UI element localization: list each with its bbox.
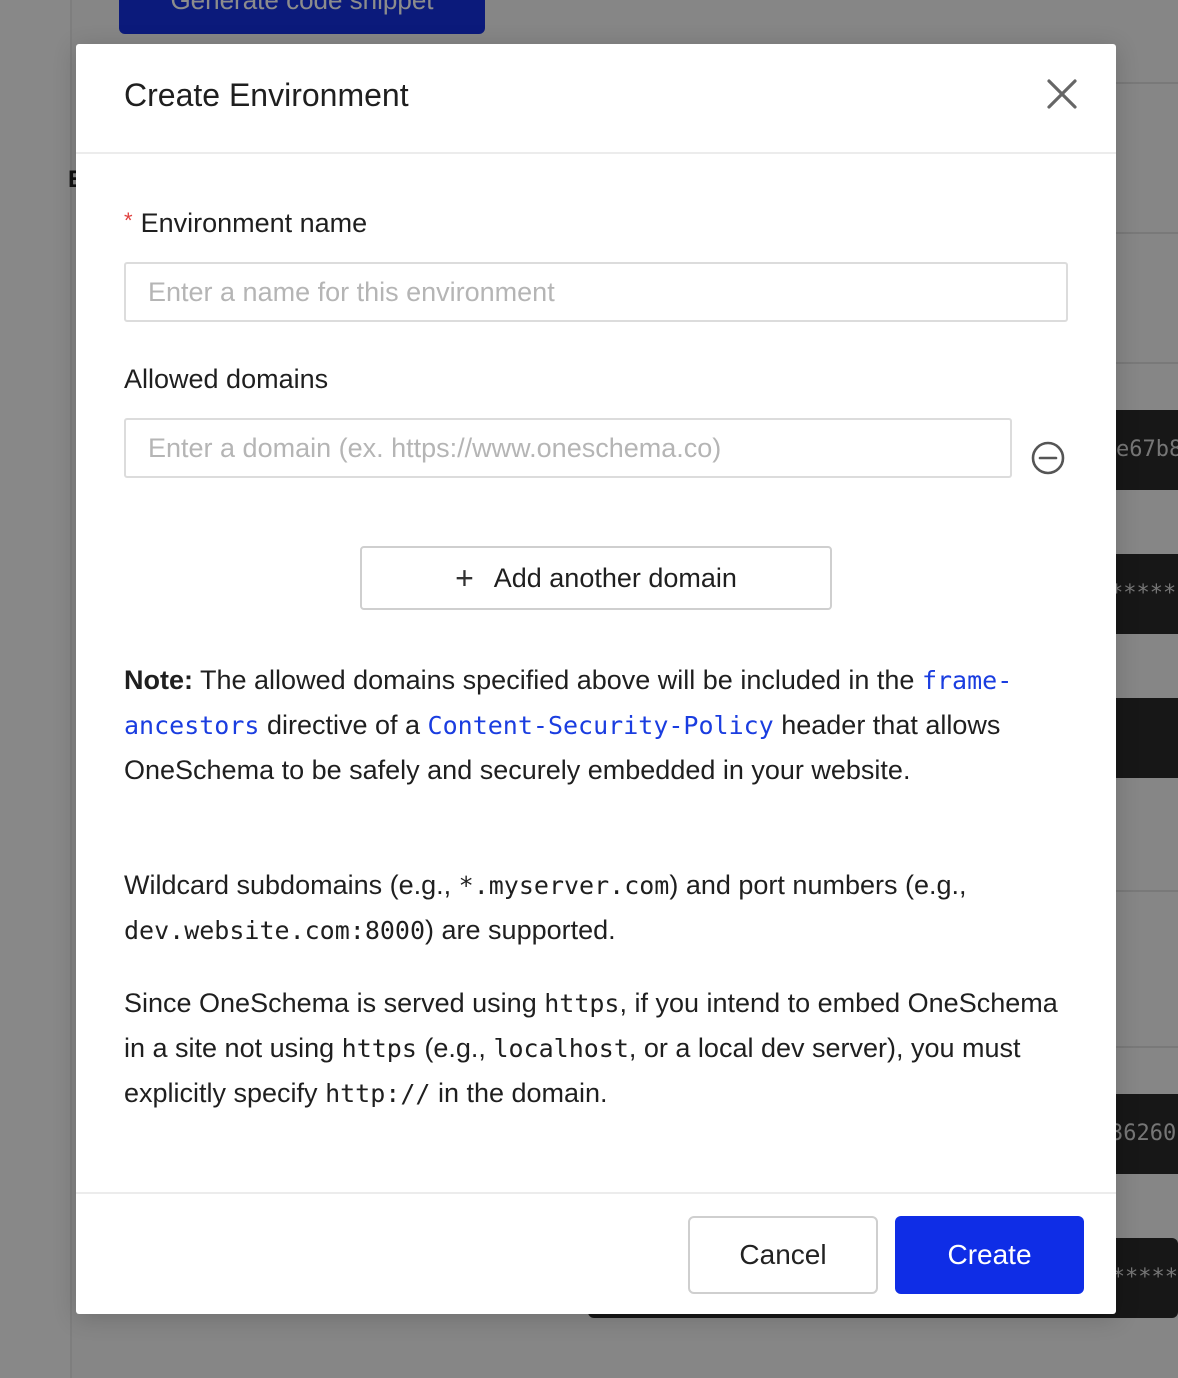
note-paragraph: Note: The allowed domains specified abov…: [124, 658, 1064, 793]
plus-icon: +: [455, 559, 474, 596]
modal-title: Create Environment: [124, 77, 409, 113]
code-example: dev.website.com:8000: [124, 916, 426, 945]
code-example: *.myserver.com: [458, 871, 670, 900]
note-text: Since OneSchema is served using: [124, 988, 545, 1018]
environment-name-input[interactable]: [124, 262, 1068, 322]
allowed-domain-input[interactable]: [124, 418, 1012, 478]
note-text: directive of a: [259, 710, 428, 740]
environment-name-label-text: Environment name: [140, 208, 368, 238]
remove-domain-button[interactable]: [1030, 440, 1066, 476]
environment-name-label: * Environment name: [124, 208, 367, 239]
content-security-policy-link[interactable]: Content-Security-Policy: [428, 711, 774, 740]
cancel-button[interactable]: Cancel: [688, 1216, 878, 1294]
minus-circle-icon: [1031, 441, 1065, 475]
note-text: in the domain.: [430, 1078, 608, 1108]
code-example: https: [544, 989, 620, 1018]
create-button[interactable]: Create: [895, 1216, 1084, 1294]
close-icon: [1047, 79, 1077, 109]
note-text: Wildcard subdomains (e.g.,: [124, 870, 459, 900]
code-example: https: [341, 1034, 417, 1063]
close-button[interactable]: [1040, 72, 1084, 116]
note-text: ) and port numbers (e.g.,: [669, 870, 967, 900]
note-text: (e.g.,: [416, 1033, 494, 1063]
note-text: ) are supported.: [425, 915, 616, 945]
code-example: http://: [325, 1079, 431, 1108]
create-environment-modal: Create Environment * Environment name All…: [76, 44, 1116, 1314]
add-another-domain-label: Add another domain: [493, 562, 737, 593]
modal-footer: Cancel Create: [76, 1192, 1116, 1316]
modal-header: Create Environment: [76, 44, 1116, 154]
https-paragraph: Since OneSchema is served using https, i…: [124, 981, 1064, 1116]
note-text: The allowed domains specified above will…: [193, 665, 922, 695]
add-another-domain-button[interactable]: + Add another domain: [360, 546, 832, 610]
code-example: localhost: [493, 1034, 629, 1063]
note-label: Note:: [124, 665, 193, 695]
required-marker: *: [124, 208, 133, 233]
wildcard-paragraph: Wildcard subdomains (e.g., *.myserver.co…: [124, 863, 1064, 953]
allowed-domains-label: Allowed domains: [124, 364, 329, 394]
